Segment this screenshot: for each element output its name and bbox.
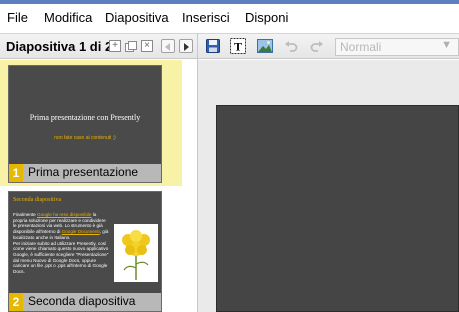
body-link: Google Documenti [61,229,100,235]
thumb-slide-title: Prima presentazione con Presently [29,113,141,122]
slide-number-badge: 2 [9,293,23,311]
slide-canvas[interactable] [216,105,459,312]
menu-diapositiva[interactable]: Diapositiva [105,10,169,25]
menu-file[interactable]: File [7,10,28,25]
menu-bar: File Modifica Diapositiva Inserisci Disp… [0,4,459,32]
thumb-label: Seconda diapositiva [28,294,136,308]
thumb-slide-subtitle: non fate caso ai contenuti ;) [54,135,116,141]
body-text: Per iniziare subito ad utilizzare Presen… [13,240,109,275]
redo-icon[interactable] [310,39,324,53]
thumb-slide-title: Seconda diapositiva [13,197,62,203]
x-box-icon[interactable]: × [141,40,153,52]
menu-inserisci[interactable]: Inserisci [182,10,230,25]
floppy-disk-icon[interactable] [206,39,220,53]
plus-box-icon[interactable]: + [109,40,121,52]
thumb-label-bar: 2 Seconda diapositiva [9,293,161,311]
body-link: Google ha reso disponibile [37,212,92,217]
slide-thumbnail-1[interactable]: Prima presentazione con Presently non fa… [8,65,162,183]
slide-counter: Diapositiva 1 di 2 [6,39,113,54]
duplicate-icon[interactable] [125,40,137,52]
thumb-slide-body: Finalmente Google ha reso disponibile la… [13,212,109,275]
style-select-value: Normali [340,40,382,54]
arrow-left-icon[interactable] [161,39,175,53]
body-text: Finalmente [13,212,38,217]
slide-thumbnail-panel: Prima presentazione con Presently non fa… [0,60,197,312]
arrow-right-icon[interactable] [179,39,193,53]
slide-thumbnail-2[interactable]: Seconda diapositiva Finalmente Google ha… [8,191,162,312]
text-box-icon[interactable]: T [230,38,246,54]
slide-editor-area [198,60,459,312]
toolbar: Diapositiva 1 di 2 + × T Normali ▼ [0,33,459,59]
menu-disponi[interactable]: Disponi [245,10,288,25]
menu-modifica[interactable]: Modifica [44,10,92,25]
thumb-label: Prima presentazione [28,165,139,179]
thumb-label-bar: 1 Prima presentazione [9,164,161,182]
svg-text:T: T [234,40,242,54]
chevron-down-icon: ▼ [441,39,452,51]
image-icon[interactable] [257,39,273,53]
slide-number-badge: 1 [9,164,23,182]
undo-icon[interactable] [284,39,298,53]
paragraph-style-select[interactable]: Normali ▼ [335,38,459,56]
flower-image [114,224,158,282]
